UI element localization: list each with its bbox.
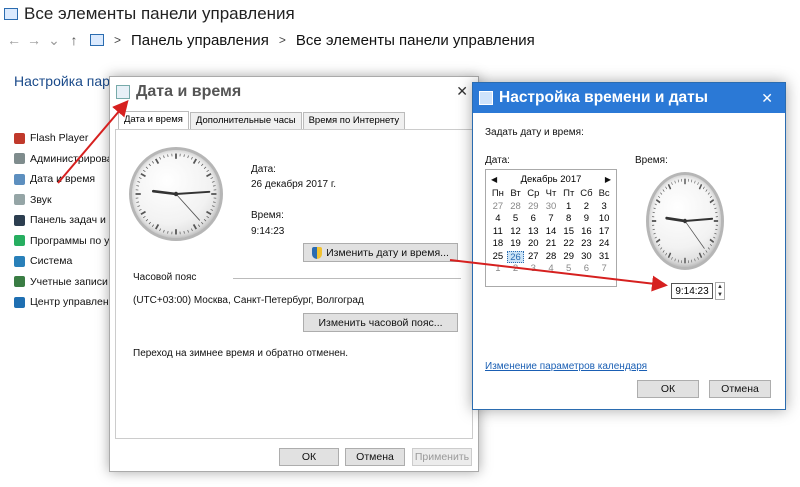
arrow-to-time-field [449,259,668,292]
annotation-arrows [57,99,668,292]
arrow-to-dialog [57,99,129,184]
